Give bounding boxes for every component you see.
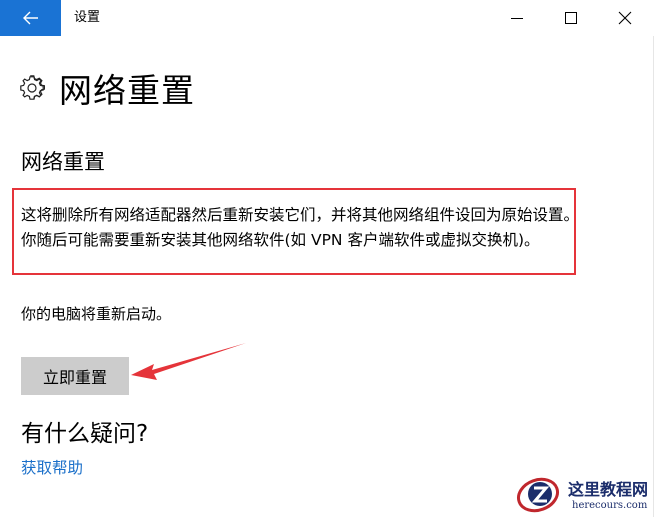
back-arrow-icon <box>22 11 38 25</box>
watermark-title: 这里教程网 <box>568 480 649 499</box>
watermark-logo <box>517 477 559 513</box>
window-title: 设置 <box>74 10 101 25</box>
settings-window: 设置 网络重置 网络重置 这将删除所有网络适配器然后重新安装它们，并将其他网络组… <box>0 0 658 517</box>
maximize-button[interactable] <box>548 0 594 36</box>
faq-heading: 有什么疑问? <box>21 421 149 447</box>
reset-description: 这将删除所有网络适配器然后重新安装它们，并将其他网络组件设回为原始设置。你随后可… <box>21 206 580 249</box>
watermark: 这里教程网 herecours.com <box>510 472 658 517</box>
restart-note: 你的电脑将重新启动。 <box>21 305 172 323</box>
minimize-icon <box>511 18 523 19</box>
gear-icon <box>20 75 45 100</box>
watermark-url: herecours.com <box>572 500 648 511</box>
red-arrow-annotation <box>131 343 246 380</box>
back-button[interactable] <box>0 0 61 36</box>
close-icon <box>618 11 632 25</box>
maximize-icon <box>565 12 577 24</box>
reset-now-button[interactable]: 立即重置 <box>21 357 129 395</box>
page-title: 网络重置 <box>59 71 195 110</box>
title-bar: 设置 <box>0 0 658 36</box>
window-edge <box>653 36 654 517</box>
minimize-button[interactable] <box>494 0 540 36</box>
close-button[interactable] <box>602 0 648 36</box>
get-help-link[interactable]: 获取帮助 <box>21 456 83 478</box>
page-header: 网络重置 <box>19 64 195 112</box>
section-heading: 网络重置 <box>21 150 105 174</box>
